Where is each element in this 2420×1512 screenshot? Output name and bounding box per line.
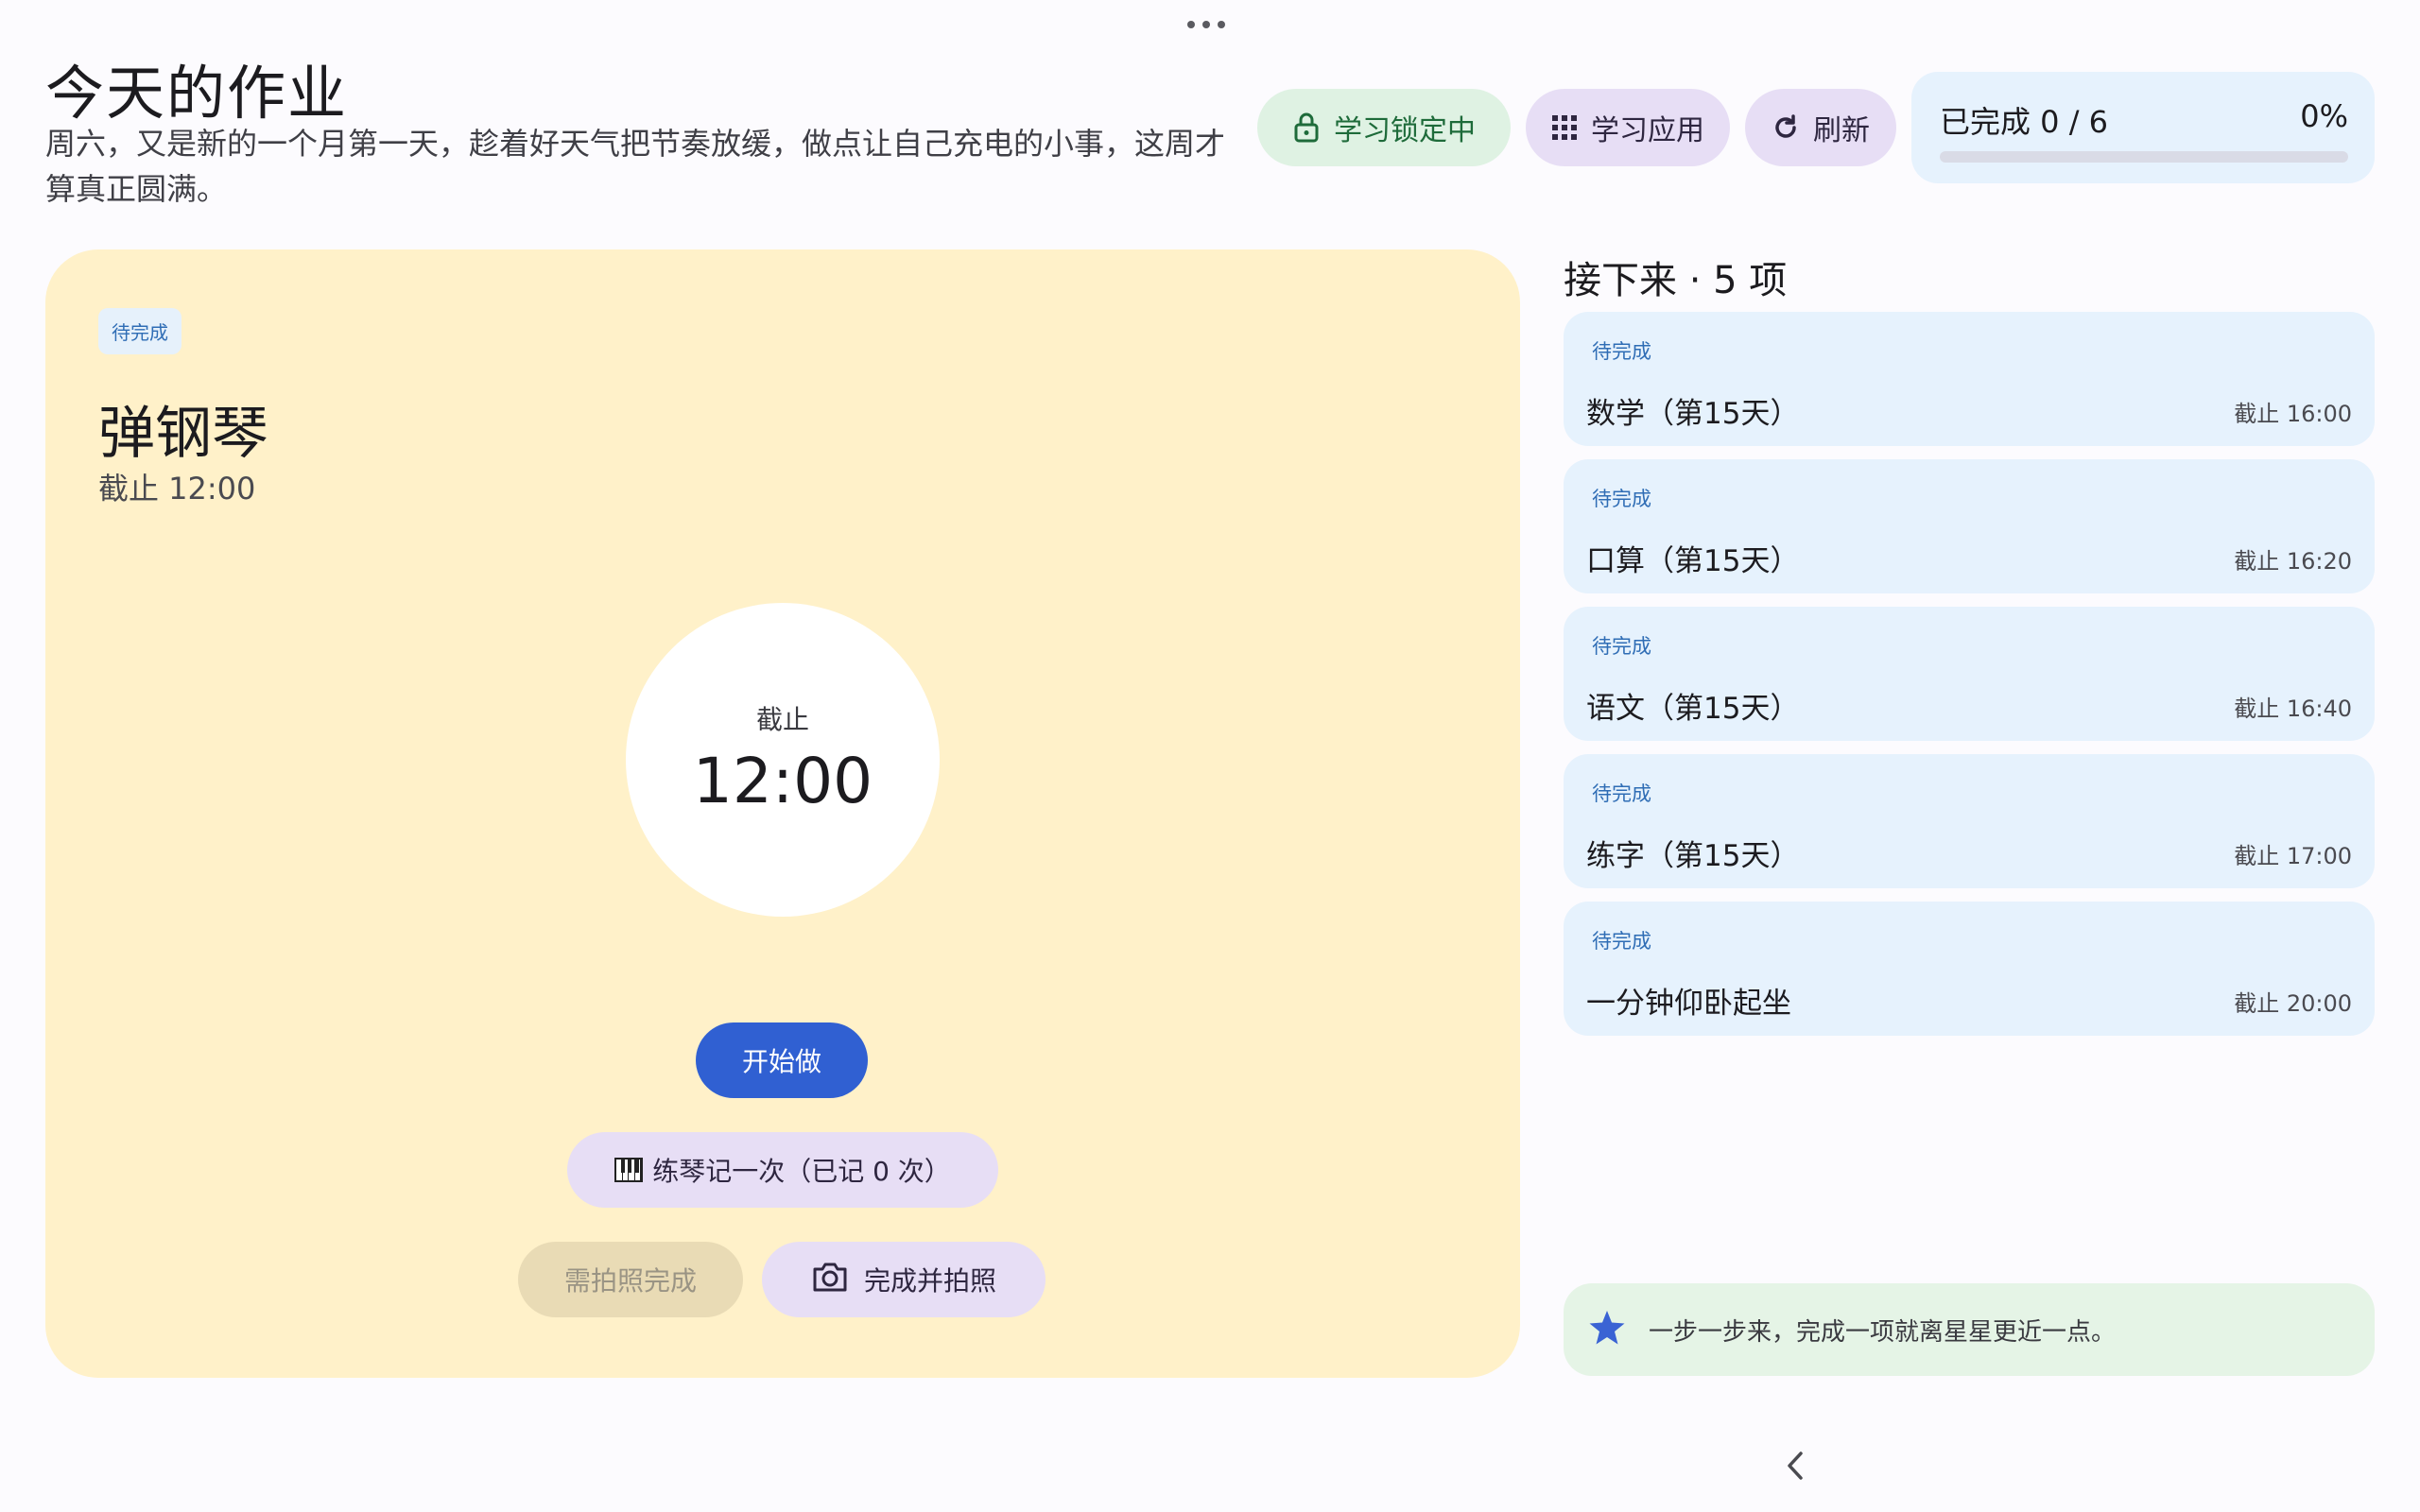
encouragement-tip: 一步一步来，完成一项就离星星更近一点。 <box>1564 1283 2375 1376</box>
refresh-icon <box>1772 113 1800 142</box>
list-item[interactable]: 待完成 一分钟仰卧起坐 截止 20:00 <box>1564 902 2375 1036</box>
task-title: 弹钢琴 <box>98 401 268 467</box>
complete-with-photo-button[interactable]: 完成并拍照 <box>762 1242 1046 1317</box>
task-deadline: 截止 12:00 <box>98 471 256 507</box>
list-item-deadline: 截止 16:20 <box>2234 548 2352 575</box>
status-badge: 待完成 <box>1592 635 1651 658</box>
camera-icon <box>811 1261 849 1299</box>
study-apps-label: 学习应用 <box>1591 114 1704 147</box>
more-options-icon[interactable] <box>1187 21 1225 28</box>
status-badge: 待完成 <box>1592 488 1651 510</box>
log-practice-label: 练琴记一次（已记 0 次） <box>652 1156 951 1187</box>
app-screen: 今天的作业 周六，又是新的一个月第一天，趁着好天气把节奏放缓，做点让自己充电的小… <box>0 0 2420 1512</box>
list-item-title: 语文（第15天） <box>1586 692 1800 726</box>
list-item-title: 数学（第15天） <box>1586 397 1800 431</box>
list-item-title: 口算（第15天） <box>1586 544 1800 578</box>
status-badge: 待完成 <box>1592 340 1651 363</box>
progress-percent: 0% <box>2300 98 2348 134</box>
list-item[interactable]: 待完成 口算（第15天） 截止 16:20 <box>1564 459 2375 593</box>
list-item-title: 一分钟仰卧起坐 <box>1586 987 1791 1021</box>
clock-label: 截止 <box>755 704 809 735</box>
list-item-deadline: 截止 17:00 <box>2234 843 2352 869</box>
refresh-label: 刷新 <box>1813 114 1870 147</box>
list-item-deadline: 截止 20:00 <box>2234 990 2352 1017</box>
star-icon <box>1588 1309 1626 1350</box>
progress-bar <box>1940 151 2348 163</box>
list-item-deadline: 截止 16:40 <box>2234 696 2352 722</box>
deadline-clock: 截止 12:00 <box>626 603 940 917</box>
study-lock-button[interactable]: 学习锁定中 <box>1257 89 1511 166</box>
log-practice-button[interactable]: 练琴记一次（已记 0 次） <box>567 1132 998 1208</box>
status-badge: 待完成 <box>1592 782 1651 805</box>
piano-icon <box>614 1158 644 1182</box>
lock-icon <box>1292 112 1321 144</box>
current-task-card: 待完成 弹钢琴 截止 12:00 截止 12:00 开始做 练琴记一次（已记 0… <box>45 249 1520 1378</box>
start-button[interactable]: 开始做 <box>696 1022 868 1098</box>
progress-label: 已完成 0 / 6 <box>1940 104 2109 140</box>
up-next-header: 接下来 · 5 项 <box>1564 259 1788 302</box>
progress-card: 已完成 0 / 6 0% <box>1911 72 2375 183</box>
list-item[interactable]: 待完成 数学（第15天） 截止 16:00 <box>1564 312 2375 446</box>
list-item-title: 练字（第15天） <box>1586 839 1800 873</box>
list-item[interactable]: 待完成 练字（第15天） 截止 17:00 <box>1564 754 2375 888</box>
page-title: 今天的作业 <box>45 59 349 128</box>
status-badge: 待完成 <box>98 308 182 354</box>
study-lock-label: 学习锁定中 <box>1334 114 1476 147</box>
photo-required-button[interactable]: 需拍照完成 <box>518 1242 743 1317</box>
clock-time: 12:00 <box>692 745 873 817</box>
tip-text: 一步一步来，完成一项就离星星更近一点。 <box>1649 1317 2117 1347</box>
study-apps-button[interactable]: 学习应用 <box>1526 89 1730 166</box>
status-badge: 待完成 <box>1592 930 1651 953</box>
complete-with-photo-label: 完成并拍照 <box>863 1265 996 1297</box>
page-subtitle: 周六，又是新的一个月第一天，趁着好天气把节奏放缓，做点让自己充电的小事，这周才算… <box>45 126 1226 207</box>
list-item[interactable]: 待完成 语文（第15天） 截止 16:40 <box>1564 607 2375 741</box>
up-next-list: 待完成 数学（第15天） 截止 16:00 待完成 口算（第15天） 截止 16… <box>1564 312 2375 1049</box>
refresh-button[interactable]: 刷新 <box>1745 89 1896 166</box>
list-item-deadline: 截止 16:00 <box>2234 401 2352 427</box>
chevron-left-icon[interactable] <box>1783 1450 1807 1486</box>
grid-icon <box>1551 114 1578 141</box>
